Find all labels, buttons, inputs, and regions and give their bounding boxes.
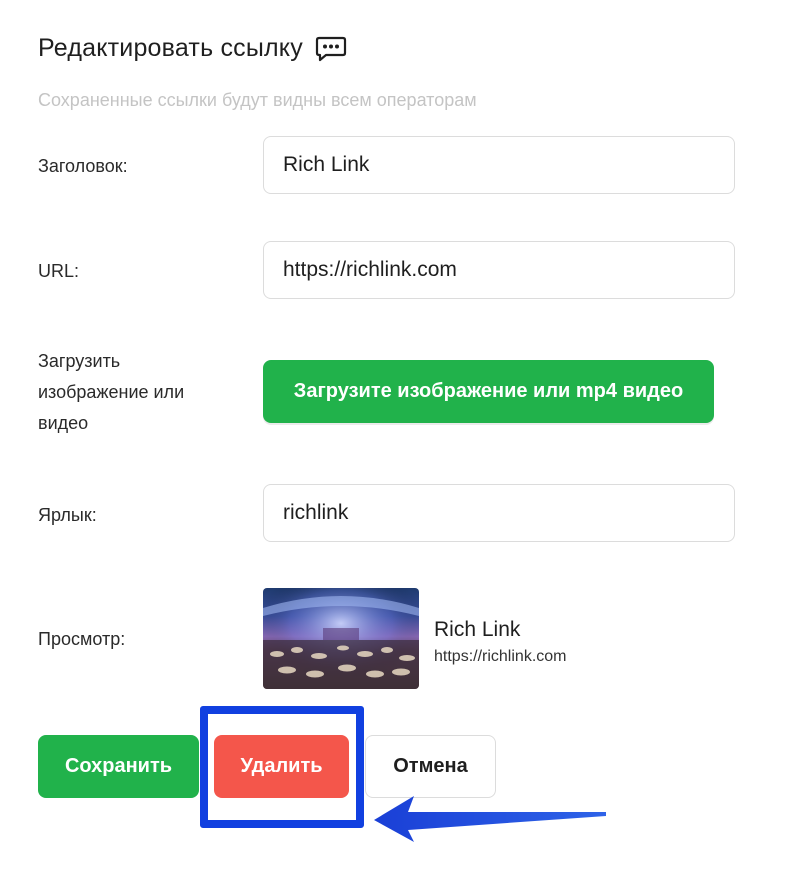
dialog-header: Редактировать ссылку xyxy=(38,34,347,63)
title-field-label: Заголовок: xyxy=(38,156,128,176)
annotation-arrow-icon xyxy=(374,796,606,842)
shortcut-field-label: Ярлык: xyxy=(38,505,97,525)
chat-dots-icon xyxy=(315,36,347,61)
upload-field-label: Загрузить изображение или видео xyxy=(38,346,184,439)
preview-text-block: Rich Link https://richlink.com xyxy=(434,618,566,666)
upload-label-line: Загрузить xyxy=(38,351,121,371)
cancel-button[interactable]: Отмена xyxy=(365,735,496,798)
save-button[interactable]: Сохранить xyxy=(38,735,199,798)
event-hall-photo-icon xyxy=(263,588,419,689)
preview-image xyxy=(263,588,419,689)
title-input[interactable]: Rich Link xyxy=(263,136,735,194)
url-field-label: URL: xyxy=(38,261,80,281)
upload-label-line: видео xyxy=(38,413,89,433)
upload-label-line: изображение или xyxy=(38,382,185,402)
preview-url: https://richlink.com xyxy=(434,648,567,665)
upload-media-button[interactable]: Загрузите изображение или mp4 видео xyxy=(263,360,714,423)
url-input[interactable]: https://richlink.com xyxy=(263,241,735,299)
annotation-highlight-box xyxy=(200,706,364,828)
preview-title: Rich Link xyxy=(434,618,521,641)
dialog-subtitle: Сохраненные ссылки будут видны всем опер… xyxy=(38,90,477,110)
page-title: Редактировать ссылку xyxy=(38,34,303,62)
shortcut-input[interactable]: richlink xyxy=(263,484,735,542)
link-preview-card: Rich Link https://richlink.com xyxy=(263,588,566,689)
preview-field-label: Просмотр: xyxy=(38,629,126,649)
